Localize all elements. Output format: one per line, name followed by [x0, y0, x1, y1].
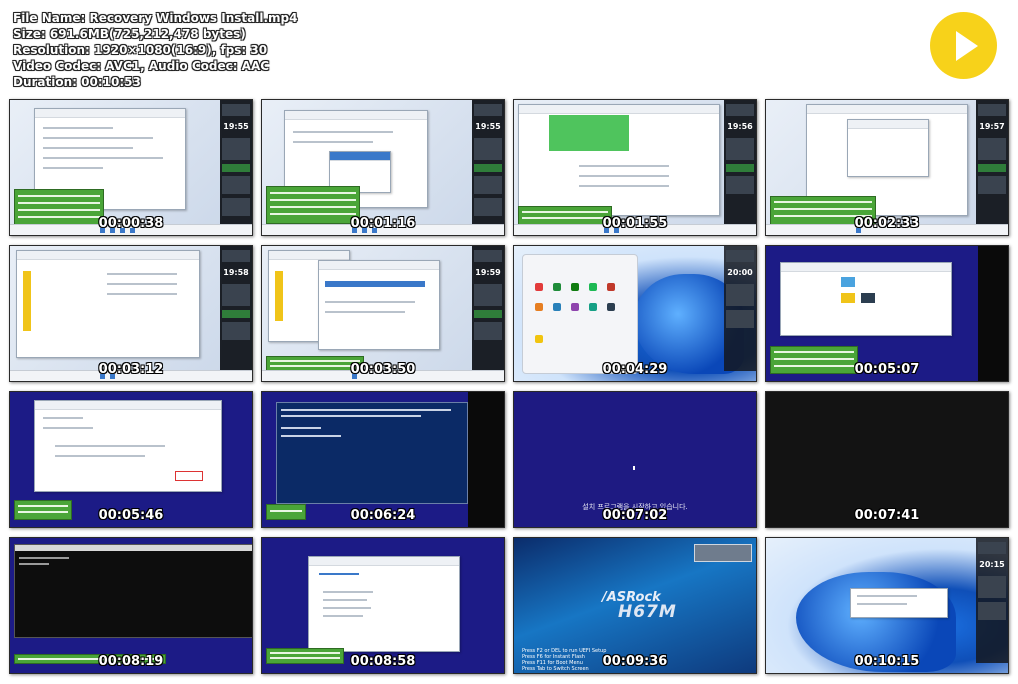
timestamp: 00:07:41: [854, 508, 920, 523]
sidebar-clock: 20:00: [727, 268, 753, 277]
timestamp: 00:04:29: [602, 362, 668, 377]
console-window: [276, 402, 468, 504]
cursor-icon: [633, 466, 635, 470]
explorer-window: [518, 104, 720, 216]
thumbnail-8[interactable]: 00:05:07: [765, 245, 1009, 382]
thumbnail-1[interactable]: 19:55 00:00:38: [9, 99, 253, 236]
resolution: Resolution: 1920×1080(16:9), fps: 30: [13, 43, 268, 57]
timestamp: 00:01:55: [602, 216, 668, 231]
thumbnail-11[interactable]: 설치 프로그램을 시작하고 있습니다. 00:07:02: [513, 391, 757, 528]
timestamp: 00:08:19: [98, 654, 164, 669]
sidebar-clock: 19:57: [979, 122, 1005, 131]
codec: Video Codec: AVC1, Audio Codec: AAC: [13, 59, 270, 73]
file-name: File Name: Recovery Windows Install.mp4: [13, 11, 298, 25]
setup-window: [308, 556, 460, 652]
file-size: Size: 691.6MB(725,212,478 bytes): [13, 27, 246, 41]
gadget-sidebar: 19:55: [472, 100, 504, 225]
thumbnail-12[interactable]: 00:07:41: [765, 391, 1009, 528]
play-icon: [956, 31, 978, 61]
gadget-sidebar: 19:59: [472, 246, 504, 371]
thumbnail-14[interactable]: 00:08:58: [261, 537, 505, 674]
gadget-sidebar: 20:00: [724, 246, 756, 371]
sidebar-clock: 19:55: [223, 122, 249, 131]
thumbnail-10[interactable]: 00:06:24: [261, 391, 505, 528]
sidebar-clock: 19:55: [475, 122, 501, 131]
play-button[interactable]: [930, 12, 997, 79]
sidebar-clock: 19:58: [223, 268, 249, 277]
thumbnail-15[interactable]: /ASRock H67M Press F2 or DEL to run UEFI…: [513, 537, 757, 674]
timestamp: 00:00:38: [98, 216, 164, 231]
thumbnail-2[interactable]: 19:55 00:01:16: [261, 99, 505, 236]
console-window: [14, 544, 252, 638]
gadget-sidebar: 19:56: [724, 100, 756, 225]
dialog-window: [318, 260, 440, 350]
timestamp: 00:05:07: [854, 362, 920, 377]
sidebar-clock: 19:59: [475, 268, 501, 277]
timestamp: 00:10:15: [854, 654, 920, 669]
model-name: H67M: [618, 602, 677, 622]
thumbnail-5[interactable]: 19:58 00:03:12: [9, 245, 253, 382]
thumbnail-9[interactable]: 00:05:46: [9, 391, 253, 528]
timestamp: 00:07:02: [602, 508, 668, 523]
explorer-window: [16, 250, 200, 358]
gadget-sidebar: 20:15: [976, 538, 1008, 663]
sidebar-clock: 19:56: [727, 122, 753, 131]
timestamp: 00:09:36: [602, 654, 668, 669]
gadget-sidebar: 19:57: [976, 100, 1008, 225]
timestamp: 00:06:24: [350, 508, 416, 523]
thumbnail-13[interactable]: 00:08:19: [9, 537, 253, 674]
timestamp: 00:05:46: [98, 508, 164, 523]
duration: Duration: 00:10:53: [13, 75, 141, 89]
timestamp: 00:02:33: [854, 216, 920, 231]
dialog-window: [34, 400, 222, 492]
sidebar-clock: 20:15: [979, 560, 1005, 569]
gadget-sidebar: 19:58: [220, 246, 252, 371]
timestamp: 00:08:58: [350, 654, 416, 669]
dialog-window: [850, 588, 948, 618]
badge: [694, 544, 752, 562]
file-info: File Name: Recovery Windows Install.mp4 …: [13, 10, 297, 90]
thumbnail-3[interactable]: 19:56 00:01:55: [513, 99, 757, 236]
timestamp: 00:03:50: [350, 362, 416, 377]
start-menu: [522, 254, 638, 374]
thumbnail-7[interactable]: 20:00 00:04:29: [513, 245, 757, 382]
thumbnail-6[interactable]: 19:59 00:03:50: [261, 245, 505, 382]
thumbnail-4[interactable]: 19:57 00:02:33: [765, 99, 1009, 236]
timestamp: 00:03:12: [98, 362, 164, 377]
gadget-sidebar: 19:55: [220, 100, 252, 225]
timestamp: 00:01:16: [350, 216, 416, 231]
dialog-window: [780, 262, 952, 336]
thumbnail-16[interactable]: 20:15 00:10:15: [765, 537, 1009, 674]
